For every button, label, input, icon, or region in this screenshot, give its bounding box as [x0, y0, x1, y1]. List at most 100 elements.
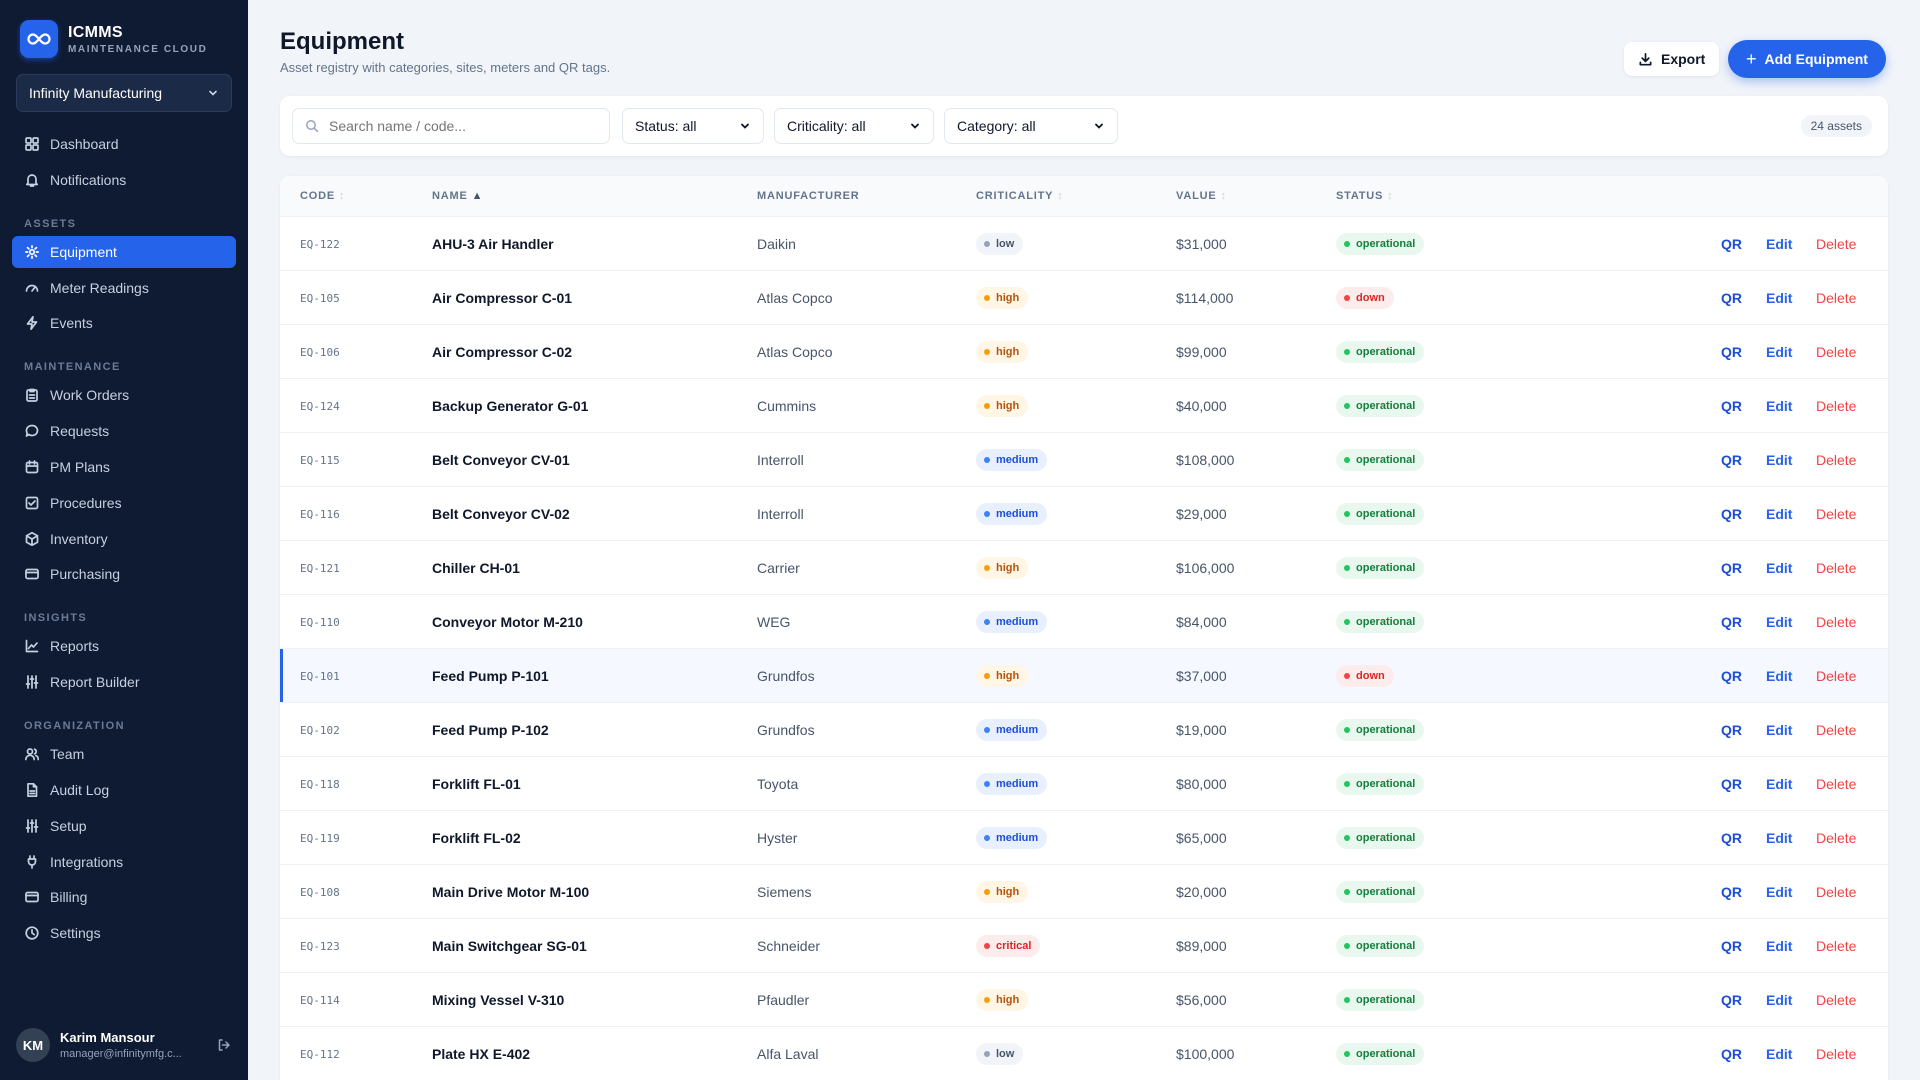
table-row[interactable]: EQ-123 Main Switchgear SG-01 Schneider crit…: [280, 918, 1888, 972]
logout-icon[interactable]: [216, 1037, 232, 1053]
edit-button[interactable]: Edit: [1766, 541, 1792, 595]
cell-name[interactable]: Mixing Vessel V-310: [432, 973, 564, 1027]
sidebar-item-inventory[interactable]: Inventory: [12, 523, 236, 555]
qr-button[interactable]: QR: [1721, 271, 1742, 325]
qr-button[interactable]: QR: [1721, 919, 1742, 973]
add-equipment-button[interactable]: + Add Equipment: [1728, 40, 1886, 78]
cell-name[interactable]: Plate HX E-402: [432, 1027, 530, 1080]
sidebar-item-work-orders[interactable]: Work Orders: [12, 379, 236, 411]
cell-name[interactable]: Backup Generator G-01: [432, 379, 588, 433]
sidebar-item-settings[interactable]: Settings: [12, 917, 236, 949]
delete-button[interactable]: Delete: [1816, 865, 1856, 919]
delete-button[interactable]: Delete: [1816, 433, 1856, 487]
column-header-value[interactable]: VALUE ↕: [1176, 190, 1227, 202]
edit-button[interactable]: Edit: [1766, 595, 1792, 649]
cell-name[interactable]: Feed Pump P-101: [432, 649, 549, 703]
table-row[interactable]: EQ-110 Conveyor Motor M-210 WEG medium $84,0…: [280, 594, 1888, 648]
avatar[interactable]: KM: [16, 1028, 50, 1062]
sidebar-item-setup[interactable]: Setup: [12, 810, 236, 842]
sidebar-item-purchasing[interactable]: Purchasing: [12, 558, 236, 590]
delete-button[interactable]: Delete: [1816, 649, 1856, 703]
sidebar-item-equipment[interactable]: Equipment: [12, 235, 236, 268]
cell-name[interactable]: Conveyor Motor M-210: [432, 595, 583, 649]
qr-button[interactable]: QR: [1721, 379, 1742, 433]
cell-name[interactable]: Main Drive Motor M-100: [432, 865, 589, 919]
edit-button[interactable]: Edit: [1766, 649, 1792, 703]
edit-button[interactable]: Edit: [1766, 757, 1792, 811]
cell-name[interactable]: Air Compressor C-01: [432, 271, 572, 325]
sidebar-item-report-builder[interactable]: Report Builder: [12, 666, 236, 698]
column-header-status[interactable]: STATUS ↕: [1336, 190, 1393, 202]
cell-name[interactable]: Air Compressor C-02: [432, 325, 572, 379]
sidebar-item-reports[interactable]: Reports: [12, 630, 236, 662]
delete-button[interactable]: Delete: [1816, 973, 1856, 1027]
delete-button[interactable]: Delete: [1816, 325, 1856, 379]
qr-button[interactable]: QR: [1721, 649, 1742, 703]
table-row[interactable]: EQ-119 Forklift FL-02 Hyster medium $65,000 o…: [280, 810, 1888, 864]
edit-button[interactable]: Edit: [1766, 325, 1792, 379]
column-header-criticality[interactable]: CRITICALITY ↕: [976, 190, 1064, 202]
brand[interactable]: ICMMS MAINTENANCE CLOUD: [20, 20, 207, 58]
qr-button[interactable]: QR: [1721, 325, 1742, 379]
edit-button[interactable]: Edit: [1766, 811, 1792, 865]
sidebar-item-billing[interactable]: Billing: [12, 881, 236, 913]
search-input[interactable]: [329, 118, 589, 134]
table-row[interactable]: EQ-118 Forklift FL-01 Toyota medium $80,000 o…: [280, 756, 1888, 810]
cell-name[interactable]: Feed Pump P-102: [432, 703, 549, 757]
cell-name[interactable]: Belt Conveyor CV-01: [432, 433, 570, 487]
organization-select[interactable]: Infinity Manufacturing: [16, 74, 232, 112]
table-row[interactable]: EQ-106 Air Compressor C-02 Atlas Copco high…: [280, 324, 1888, 378]
edit-button[interactable]: Edit: [1766, 271, 1792, 325]
delete-button[interactable]: Delete: [1816, 757, 1856, 811]
table-row[interactable]: EQ-114 Mixing Vessel V-310 Pfaudler high $56…: [280, 972, 1888, 1026]
cell-name[interactable]: Main Switchgear SG-01: [432, 919, 587, 973]
edit-button[interactable]: Edit: [1766, 919, 1792, 973]
table-row[interactable]: EQ-105 Air Compressor C-01 Atlas Copco high…: [280, 270, 1888, 324]
qr-button[interactable]: QR: [1721, 703, 1742, 757]
export-button[interactable]: Export: [1624, 42, 1720, 76]
cell-name[interactable]: Belt Conveyor CV-02: [432, 487, 570, 541]
column-header-code[interactable]: CODE ↕: [300, 190, 345, 202]
qr-button[interactable]: QR: [1721, 757, 1742, 811]
delete-button[interactable]: Delete: [1816, 595, 1856, 649]
table-row[interactable]: EQ-124 Backup Generator G-01 Cummins high $4…: [280, 378, 1888, 432]
edit-button[interactable]: Edit: [1766, 973, 1792, 1027]
table-row[interactable]: EQ-121 Chiller CH-01 Carrier high $106,000 op…: [280, 540, 1888, 594]
criticality-filter-select[interactable]: Criticality: all: [774, 108, 934, 144]
sidebar-item-notifications[interactable]: Notifications: [12, 164, 236, 196]
qr-button[interactable]: QR: [1721, 487, 1742, 541]
qr-button[interactable]: QR: [1721, 217, 1742, 271]
qr-button[interactable]: QR: [1721, 1027, 1742, 1080]
table-row[interactable]: EQ-115 Belt Conveyor CV-01 Interroll medium…: [280, 432, 1888, 486]
delete-button[interactable]: Delete: [1816, 703, 1856, 757]
delete-button[interactable]: Delete: [1816, 487, 1856, 541]
cell-name[interactable]: Forklift FL-01: [432, 757, 521, 811]
delete-button[interactable]: Delete: [1816, 379, 1856, 433]
edit-button[interactable]: Edit: [1766, 1027, 1792, 1080]
delete-button[interactable]: Delete: [1816, 1027, 1856, 1080]
edit-button[interactable]: Edit: [1766, 379, 1792, 433]
cell-name[interactable]: Forklift FL-02: [432, 811, 521, 865]
sidebar-item-pm-plans[interactable]: PM Plans: [12, 451, 236, 483]
qr-button[interactable]: QR: [1721, 973, 1742, 1027]
edit-button[interactable]: Edit: [1766, 433, 1792, 487]
category-filter-select[interactable]: Category: all: [944, 108, 1118, 144]
cell-name[interactable]: AHU-3 Air Handler: [432, 217, 554, 271]
qr-button[interactable]: QR: [1721, 811, 1742, 865]
table-row[interactable]: EQ-101 Feed Pump P-101 Grundfos high $37,000…: [280, 648, 1888, 702]
qr-button[interactable]: QR: [1721, 541, 1742, 595]
table-row[interactable]: EQ-122 AHU-3 Air Handler Daikin low $31,000 o…: [280, 216, 1888, 270]
sidebar-item-dashboard[interactable]: Dashboard: [12, 128, 236, 160]
edit-button[interactable]: Edit: [1766, 865, 1792, 919]
edit-button[interactable]: Edit: [1766, 487, 1792, 541]
qr-button[interactable]: QR: [1721, 433, 1742, 487]
sidebar-item-meter-readings[interactable]: Meter Readings: [12, 272, 236, 304]
delete-button[interactable]: Delete: [1816, 811, 1856, 865]
sidebar-item-audit-log[interactable]: Audit Log: [12, 774, 236, 806]
sidebar-item-requests[interactable]: Requests: [12, 415, 236, 447]
cell-name[interactable]: Chiller CH-01: [432, 541, 520, 595]
search-box[interactable]: [292, 108, 610, 144]
delete-button[interactable]: Delete: [1816, 271, 1856, 325]
column-header-name[interactable]: NAME ▲: [432, 190, 483, 202]
edit-button[interactable]: Edit: [1766, 217, 1792, 271]
